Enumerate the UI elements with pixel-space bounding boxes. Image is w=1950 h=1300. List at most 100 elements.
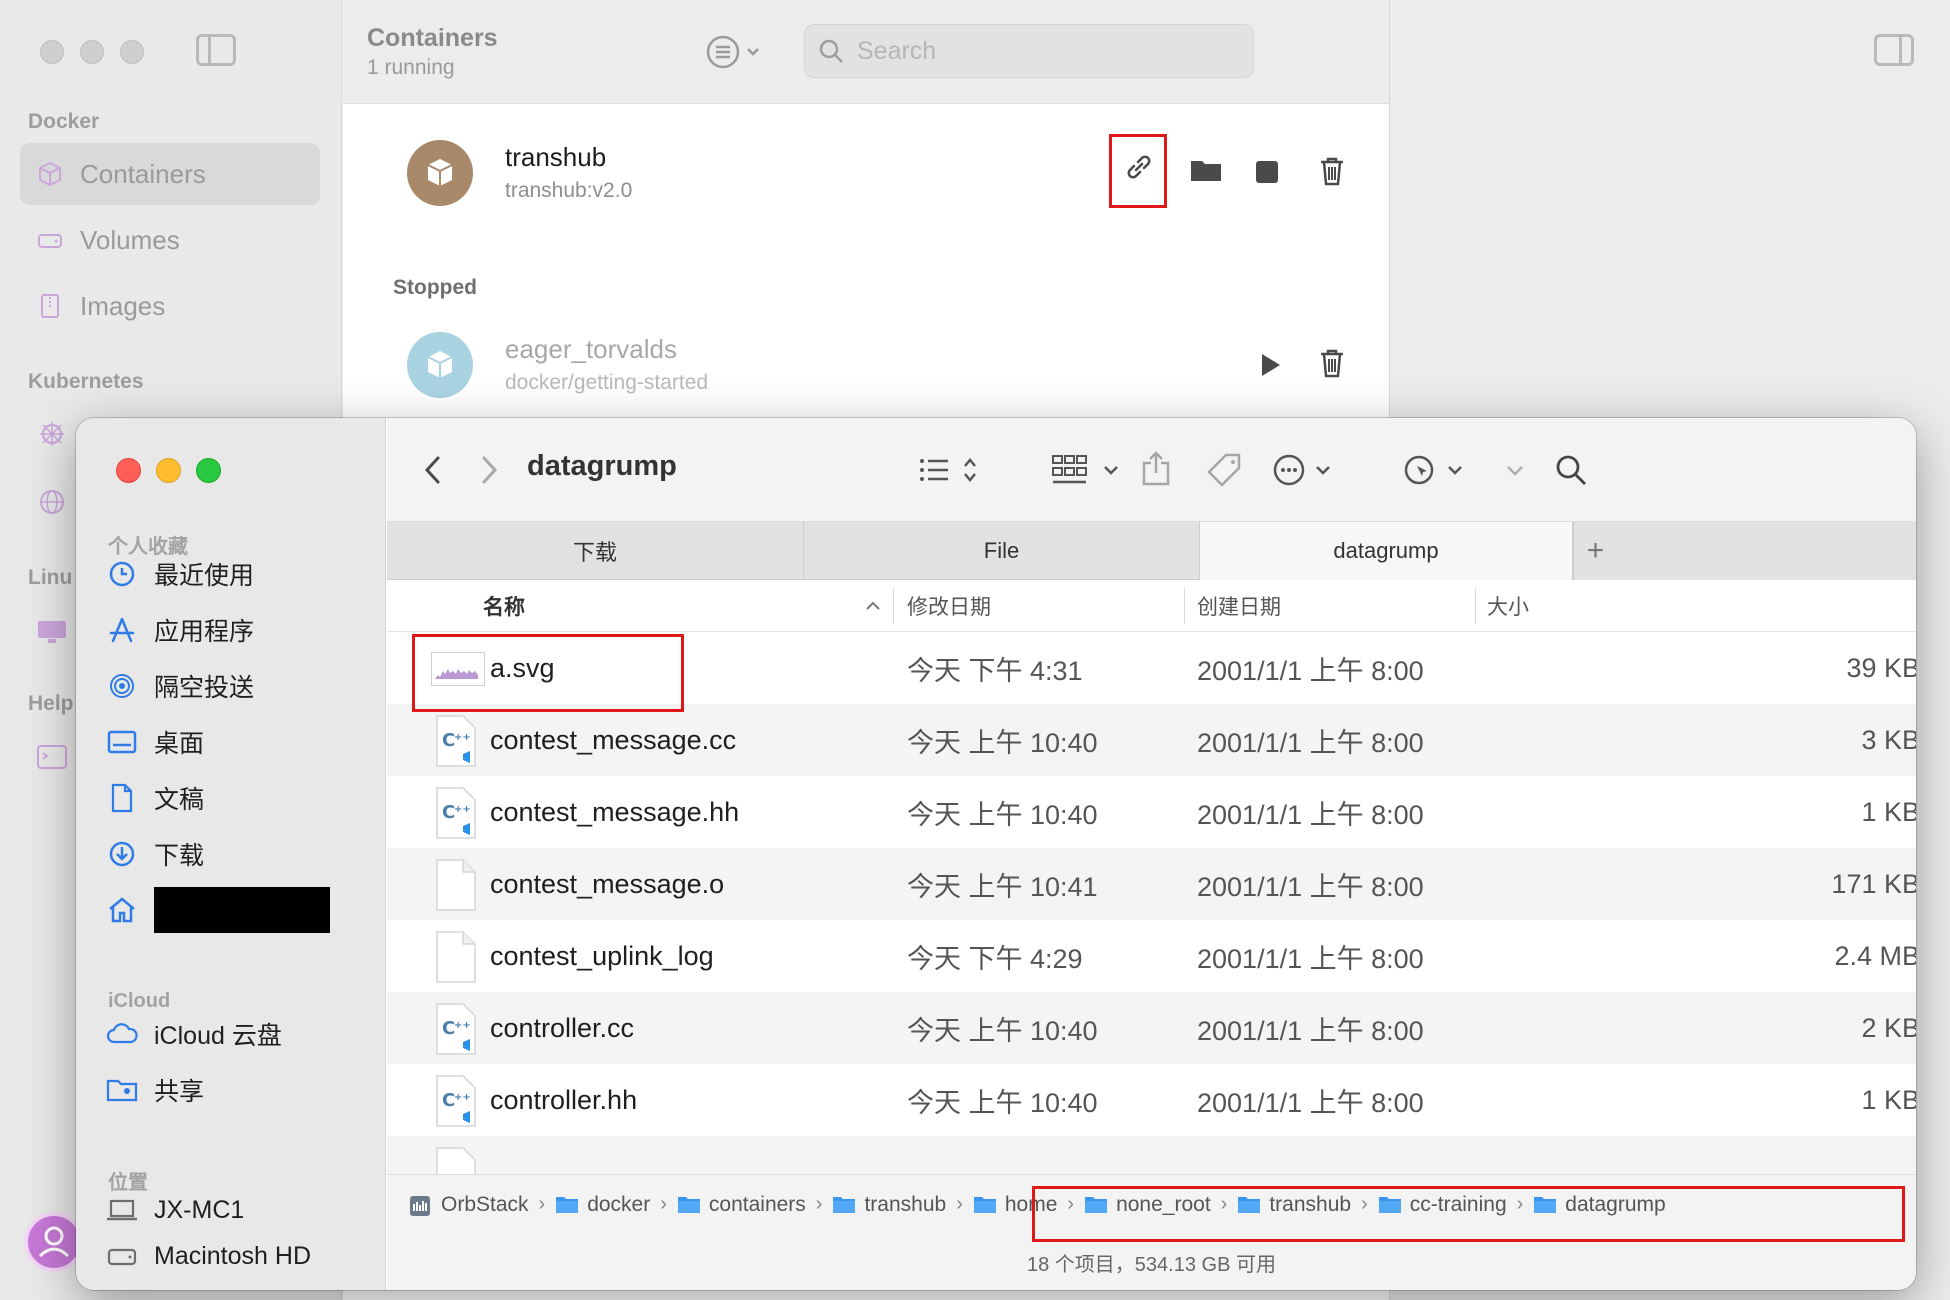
sidebar-item-documents[interactable]: 文稿: [106, 776, 204, 820]
zoom-button-inactive[interactable]: [120, 40, 144, 64]
container-image: docker/getting-started: [505, 371, 709, 394]
play-icon[interactable]: [1260, 352, 1282, 383]
path-item-current[interactable]: datagrump: [1533, 1193, 1666, 1217]
file-row[interactable]: C ++ controller.cc 今天 上午 10:40 2001/1/1 上…: [387, 992, 1916, 1064]
open-link-icon[interactable]: [1124, 152, 1154, 187]
sidebar-item-home[interactable]: [106, 887, 330, 933]
column-size[interactable]: 大小: [1487, 580, 1529, 632]
back-icon[interactable]: [417, 452, 447, 488]
sidebar-item-desktop[interactable]: 桌面: [106, 720, 204, 764]
trash-icon[interactable]: [1319, 156, 1345, 191]
path-label: transhub: [864, 1192, 947, 1216]
inspector-toggle-icon[interactable]: [1874, 34, 1914, 66]
folder-icon: [1084, 1195, 1108, 1214]
sidebar-item-computer[interactable]: JX-MC1: [106, 1188, 244, 1232]
airdrop-icon: [106, 670, 138, 702]
folder-icon[interactable]: [1190, 158, 1222, 187]
list-filter-menu-icon[interactable]: [705, 34, 767, 70]
monitor-icon[interactable]: [36, 618, 68, 651]
path-item[interactable]: none_root ›: [1084, 1193, 1237, 1217]
svg-text:++: ++: [454, 732, 471, 743]
helm-icon[interactable]: [38, 420, 66, 455]
file-row-partial[interactable]: [387, 1136, 1916, 1174]
orbstack-app-icon: [409, 1195, 433, 1216]
column-created[interactable]: 创建日期: [1197, 580, 1281, 632]
tab-file[interactable]: File: [804, 522, 1200, 580]
blank-file-icon: [433, 1146, 479, 1174]
more-actions-icon[interactable]: [1273, 452, 1335, 488]
tab-downloads[interactable]: 下载: [387, 522, 804, 580]
path-item[interactable]: home ›: [973, 1193, 1084, 1217]
orbstack-toolbar: Containers 1 running Search: [343, 0, 1389, 104]
file-row[interactable]: contest_uplink_log 今天 下午 4:29 2001/1/1 上…: [387, 920, 1916, 992]
list-view-icon[interactable]: [915, 452, 987, 488]
sidebar-item-label: JX-MC1: [154, 1195, 245, 1224]
path-item[interactable]: transhub ›: [832, 1193, 972, 1217]
container-box-icon: [407, 140, 473, 206]
share-icon[interactable]: [1139, 448, 1173, 488]
sidebar-item-label: Containers: [80, 158, 206, 189]
stop-icon[interactable]: [1256, 161, 1278, 183]
container-row-transhub[interactable]: [407, 140, 473, 206]
path-item[interactable]: cc-training ›: [1378, 1193, 1534, 1217]
tab-datagrump[interactable]: datagrump: [1200, 522, 1573, 580]
search-icon[interactable]: [1553, 452, 1589, 488]
folder-icon: [1237, 1195, 1261, 1214]
chevron-right-icon: ›: [660, 1193, 667, 1215]
column-name[interactable]: 名称: [483, 580, 525, 632]
path-label: transhub: [1269, 1192, 1352, 1216]
chevron-right-icon: ›: [538, 1193, 546, 1215]
home-icon: [106, 894, 138, 926]
sidebar-item-applications[interactable]: 应用程序: [106, 608, 254, 652]
tag-icon[interactable]: [1205, 450, 1245, 490]
minimize-button[interactable]: [156, 458, 181, 483]
sidebar-item-label: Images: [80, 290, 166, 321]
sidebar-section-linux: Linu: [28, 566, 73, 589]
globe-icon[interactable]: [38, 488, 66, 521]
path-item[interactable]: OrbStack ›: [409, 1193, 555, 1217]
sort-ascending-icon[interactable]: [865, 580, 881, 632]
file-row[interactable]: C ++ controller.hh 今天 上午 10:40 2001/1/1 上…: [387, 1064, 1916, 1136]
download-icon: [106, 838, 138, 870]
group-view-icon[interactable]: [1051, 452, 1125, 488]
markup-icon[interactable]: [1403, 452, 1467, 488]
column-header: 名称 修改日期 创建日期 大小: [387, 580, 1916, 632]
file-row[interactable]: a.svg 今天 下午 4:31 2001/1/1 上午 8:00 39 KB: [387, 632, 1916, 704]
new-tab-button[interactable]: +: [1573, 522, 1617, 580]
sidebar-item-shared[interactable]: 共享: [106, 1068, 204, 1112]
sidebar-item-recents[interactable]: 最近使用: [106, 552, 254, 596]
chevron-right-icon: ›: [1516, 1193, 1524, 1215]
close-button[interactable]: [116, 458, 141, 483]
sidebar-item-label: Macintosh HD: [154, 1241, 311, 1270]
user-avatar-icon[interactable]: [24, 1212, 84, 1272]
zoom-button[interactable]: [196, 458, 221, 483]
sidebar-item-icloud-drive[interactable]: iCloud 云盘: [106, 1012, 282, 1056]
container-row-eager-torvalds[interactable]: [407, 332, 473, 398]
terminal-icon[interactable]: [36, 744, 68, 775]
path-item[interactable]: docker ›: [555, 1193, 677, 1217]
file-row[interactable]: C ++ contest_message.hh 今天 上午 10:40 2001/…: [387, 776, 1916, 848]
trash-icon[interactable]: [1319, 348, 1345, 383]
path-item[interactable]: containers ›: [677, 1193, 833, 1217]
sidebar-item-containers[interactable]: Containers: [20, 143, 320, 205]
file-row[interactable]: C ++ contest_message.cc 今天 上午 10:40 2001/…: [387, 704, 1916, 776]
path-item[interactable]: transhub ›: [1237, 1193, 1377, 1217]
document-icon: [106, 782, 138, 814]
file-modified: 今天 下午 4:29: [907, 943, 1083, 974]
sidebar-item-macintosh-hd[interactable]: Macintosh HD: [106, 1234, 311, 1278]
sidebar-item-volumes[interactable]: Volumes: [20, 209, 320, 271]
search-field[interactable]: Search: [804, 24, 1254, 78]
sidebar-item-airdrop[interactable]: 隔空投送: [106, 664, 254, 708]
file-row[interactable]: contest_message.o 今天 上午 10:41 2001/1/1 上…: [387, 848, 1916, 920]
chevron-down-icon[interactable]: [1503, 458, 1527, 482]
minimize-button-inactive[interactable]: [80, 40, 104, 64]
forward-icon[interactable]: [475, 452, 505, 488]
sidebar-item-images[interactable]: Images: [20, 275, 320, 337]
close-button-inactive[interactable]: [40, 40, 64, 64]
sidebar-toggle-icon[interactable]: [196, 34, 236, 66]
file-name: contest_message.cc: [490, 724, 737, 755]
column-modified[interactable]: 修改日期: [907, 580, 991, 632]
chevron-right-icon: ›: [1067, 1193, 1075, 1215]
sidebar-item-downloads[interactable]: 下载: [106, 832, 204, 876]
svg-text:++: ++: [454, 1020, 471, 1031]
